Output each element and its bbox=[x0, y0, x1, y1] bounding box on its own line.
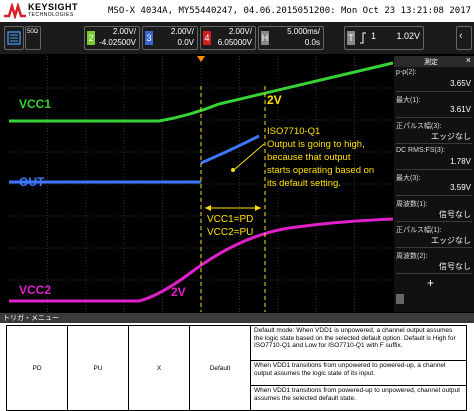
ch3-scale: 2.00V/ bbox=[170, 27, 194, 36]
out-label: OUT bbox=[19, 175, 45, 189]
close-icon[interactable]: × bbox=[466, 55, 471, 65]
device-note-line-5: its default setting. bbox=[267, 178, 341, 189]
measurement-divider bbox=[396, 195, 472, 196]
ch1-impedance-button[interactable]: 50Ω bbox=[25, 26, 41, 50]
measurement-label: 周波数(2): bbox=[396, 253, 428, 260]
device-note-line-4: starts operating based on bbox=[267, 165, 374, 176]
horizontal-offset: 0.0s bbox=[304, 38, 320, 47]
ch1-impedance-label: 50Ω bbox=[27, 29, 39, 35]
measurement-add-area: + bbox=[394, 276, 474, 312]
vcc2-level-label: 2V bbox=[171, 285, 186, 299]
horizontal-control[interactable]: H 5.000ms/ 0.0s bbox=[258, 26, 324, 50]
channel-4-control[interactable]: 4 2.00V/ 6.05000V bbox=[200, 26, 256, 50]
measurement-value: エッジなし bbox=[431, 132, 471, 141]
measurement-value: 3.65V bbox=[450, 79, 471, 88]
trigger-control[interactable]: T 1 1.02V bbox=[344, 26, 424, 50]
ch4-number: 4 bbox=[203, 31, 211, 45]
menu-icon bbox=[7, 31, 21, 45]
description-cell-3: When VDD1 transitions from powered-up to… bbox=[250, 385, 467, 411]
truth-table: PD PU X Default Default mode: When VDD1 … bbox=[6, 324, 467, 411]
chevron-left-icon: ‹ bbox=[459, 30, 463, 42]
waveform-plot[interactable]: VCC1 OUT VCC2 2V 2V ISO7710-Q1 Output is… bbox=[9, 56, 393, 312]
measurement-divider bbox=[396, 169, 472, 170]
measurement-value: 3.61V bbox=[450, 105, 471, 114]
measurement-divider bbox=[396, 91, 472, 92]
annotation-leader bbox=[234, 143, 265, 170]
ch3-offset: 0.0V bbox=[177, 38, 194, 47]
horizontal-label: H bbox=[261, 31, 269, 45]
ch3-number: 3 bbox=[145, 31, 153, 45]
measurement-label: 正パルス幅(1): bbox=[396, 227, 442, 234]
measurement-label: 最大(1): bbox=[396, 97, 421, 104]
measurement-title: 測定 bbox=[424, 59, 438, 66]
trigger-level: 1.02V bbox=[396, 31, 420, 41]
ch2-scale: 2.00V/ bbox=[112, 27, 136, 36]
ch4-scale: 2.00V/ bbox=[228, 27, 252, 36]
brand-subtitle: TECHNOLOGIES bbox=[28, 12, 74, 18]
device-note-line-3: because that output bbox=[267, 152, 351, 163]
vcc1-level-label: 2V bbox=[267, 93, 282, 107]
ch4-offset: 6.05000V bbox=[217, 38, 252, 47]
channel-2-control[interactable]: 2 2.00V/ -4.02500V bbox=[84, 26, 140, 50]
annotation-dot bbox=[231, 168, 235, 172]
vcc1-state-cell: PD bbox=[6, 325, 68, 411]
state-label-vcc2: VCC2=PU bbox=[207, 227, 253, 238]
vcc1-label: VCC1 bbox=[19, 97, 51, 111]
measurement-label: 正パルス幅(3): bbox=[396, 123, 442, 130]
trigger-position-icon bbox=[197, 56, 205, 62]
measurement-panel: 測定 × p-p(2): 3.65V 最大(1): 3.61V 正パルス幅(3): エッジ… bbox=[394, 55, 474, 312]
arrow-head-left-icon bbox=[205, 205, 211, 211]
measurement-divider bbox=[396, 273, 472, 274]
vcc2-label: VCC2 bbox=[19, 283, 51, 297]
measurement-divider bbox=[396, 221, 472, 222]
trigger-channel: 1 bbox=[371, 31, 377, 41]
measurement-label: 最大(3): bbox=[396, 175, 421, 182]
measurement-label: 周波数(1): bbox=[396, 201, 428, 208]
trigger-edge-icon bbox=[360, 32, 366, 44]
trigger-menu-bar[interactable]: トリガ・メニュー bbox=[0, 313, 474, 323]
measurement-label: p-p(2): bbox=[396, 69, 417, 76]
device-note-line-1: ISO7710-Q1 bbox=[267, 126, 320, 137]
description-cell-2: When VDD1 transitions from unpowered to … bbox=[250, 360, 467, 387]
menu-button[interactable] bbox=[4, 26, 24, 50]
scroll-indicator[interactable] bbox=[396, 294, 404, 304]
vcc2-state-cell: PU bbox=[67, 325, 129, 411]
add-measurement-icon[interactable]: + bbox=[427, 276, 434, 290]
measurement-divider bbox=[396, 247, 472, 248]
measurement-value: 信号なし bbox=[439, 210, 471, 219]
measurement-value: 信号なし bbox=[439, 262, 471, 271]
description-cell-1: Default mode: When VDD1 is unpowered, a … bbox=[250, 324, 467, 362]
state-label-vcc1: VCC1=PD bbox=[207, 214, 253, 225]
measurement-divider bbox=[396, 117, 472, 118]
ch2-number: 2 bbox=[87, 31, 95, 45]
output-state-cell: Default bbox=[189, 325, 251, 411]
measurement-value: 3.59V bbox=[450, 183, 471, 192]
measurement-divider bbox=[396, 143, 472, 144]
table-row: PD PU X Default Default mode: When VDD1 … bbox=[6, 324, 467, 411]
trigger-menu-label: トリガ・メニュー bbox=[3, 315, 59, 322]
keysight-logo-icon bbox=[4, 3, 26, 19]
truth-table-area: PD PU X Default Default mode: When VDD1 … bbox=[0, 323, 474, 411]
measurement-value: エッジなし bbox=[431, 236, 471, 245]
arrow-head-right-icon bbox=[255, 205, 261, 211]
channel-3-control[interactable]: 3 2.00V/ 0.0V bbox=[142, 26, 198, 50]
brand-name: KEYSIGHT bbox=[28, 2, 79, 12]
scope-info-text: MSO-X 4034A, MY55440247, 04.06.201505120… bbox=[108, 6, 472, 16]
measurement-value: 1.78V bbox=[450, 157, 471, 166]
device-note-line-2: Output is going to high, bbox=[267, 139, 365, 150]
out-trace-rising bbox=[200, 134, 260, 165]
input-state-cell: X bbox=[128, 325, 190, 411]
ch2-offset: -4.02500V bbox=[99, 38, 136, 47]
measurement-label: DC RMS:FS(3): bbox=[396, 147, 445, 154]
title-bar: KEYSIGHT TECHNOLOGIES MSO-X 4034A, MY554… bbox=[0, 0, 474, 22]
channel-toolbar: 50Ω 2 2.00V/ -4.02500V 3 2.00V/ 0.0V 4 2… bbox=[0, 22, 474, 54]
horizontal-scale: 5.000ms/ bbox=[287, 27, 320, 36]
panel-collapse-button[interactable]: ‹ bbox=[456, 26, 472, 50]
measurement-header: 測定 × bbox=[394, 55, 474, 67]
trigger-label: T bbox=[347, 31, 355, 45]
